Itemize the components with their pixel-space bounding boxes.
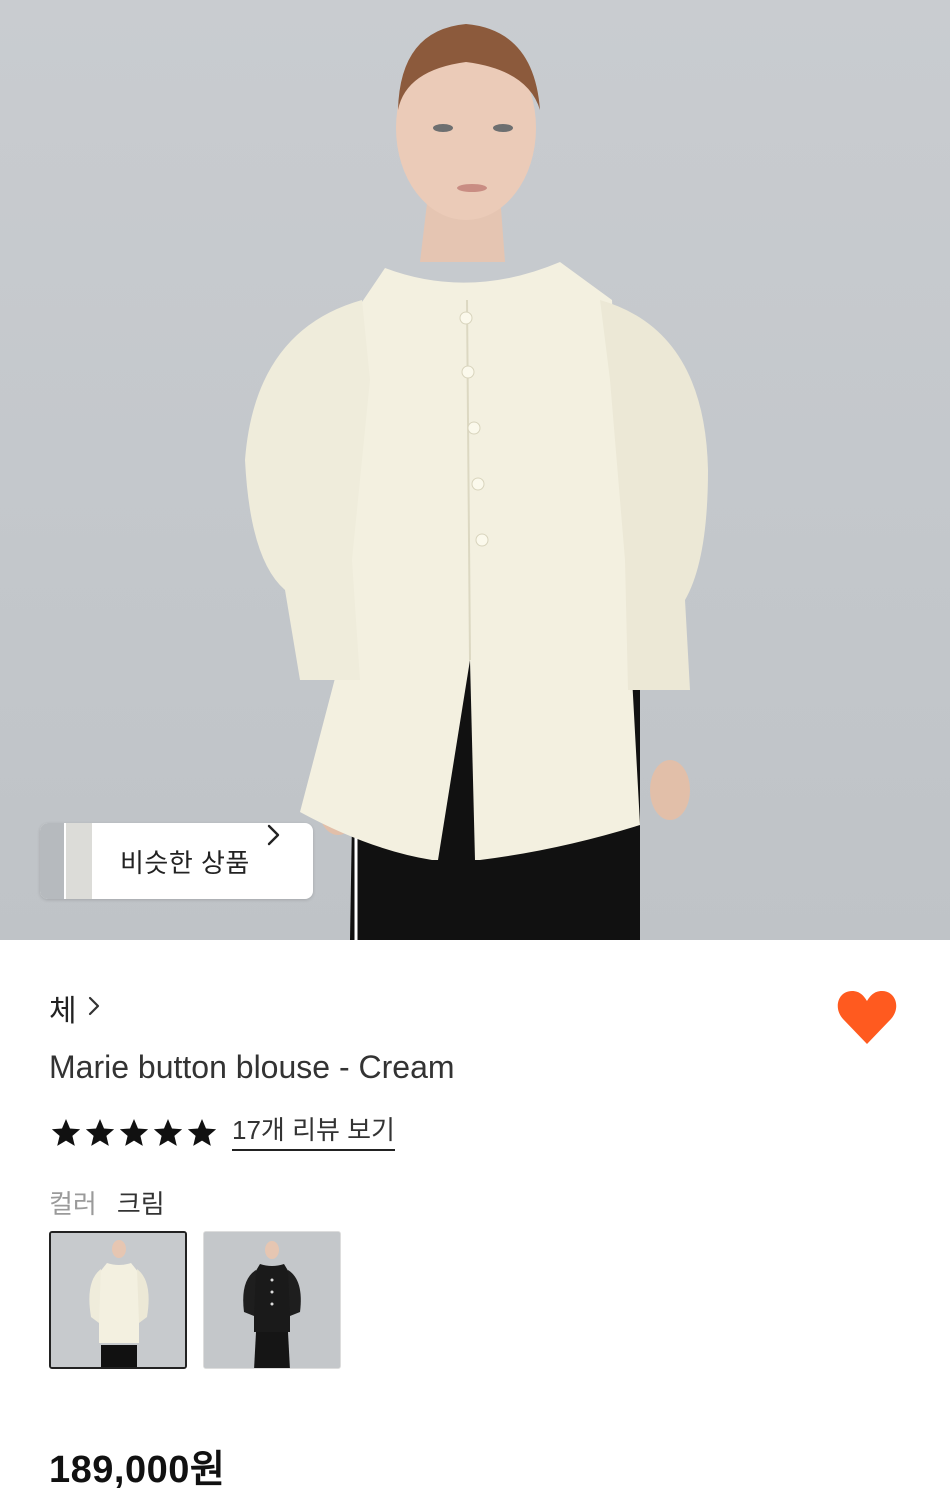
star-icon <box>51 1119 81 1146</box>
rating-stars <box>50 1117 218 1149</box>
star-icon <box>119 1119 149 1146</box>
color-label: 컬러 <box>49 1189 97 1219</box>
product-main-photo[interactable]: 비슷한 상품 <box>0 0 950 940</box>
brand-link[interactable]: 체 <box>49 986 101 1030</box>
rating-row: 17개 리뷰 보기 <box>50 1115 395 1151</box>
view-reviews-link[interactable]: 17개 리뷰 보기 <box>232 1115 395 1151</box>
similar-products-button[interactable]: 비슷한 상품 <box>40 823 313 899</box>
product-title: Marie button blouse - Cream <box>49 1049 455 1085</box>
color-swatches <box>49 1231 341 1369</box>
model-illustration <box>245 24 708 940</box>
like-heart-button[interactable] <box>836 988 898 1046</box>
swatch-black[interactable] <box>203 1231 341 1369</box>
price: 189,000원 <box>49 1449 226 1491</box>
similar-products-thumbnails <box>40 823 92 899</box>
star-icon <box>153 1119 183 1146</box>
swatch-cream[interactable] <box>49 1231 187 1369</box>
chevron-right-icon <box>87 991 101 1025</box>
similar-thumb <box>64 823 92 899</box>
star-icon <box>85 1119 115 1146</box>
brand-name: 체 <box>49 995 77 1028</box>
similar-products-label: 비슷한 상품 <box>120 847 250 878</box>
color-value: 크림 <box>116 1189 165 1219</box>
color-row: 컬러 크림 <box>49 1184 165 1221</box>
star-icon <box>187 1119 217 1146</box>
heart-icon <box>837 991 897 1044</box>
product-detail-page: 비슷한 상품 체 Marie button blouse - Cream 17개… <box>0 0 950 1500</box>
